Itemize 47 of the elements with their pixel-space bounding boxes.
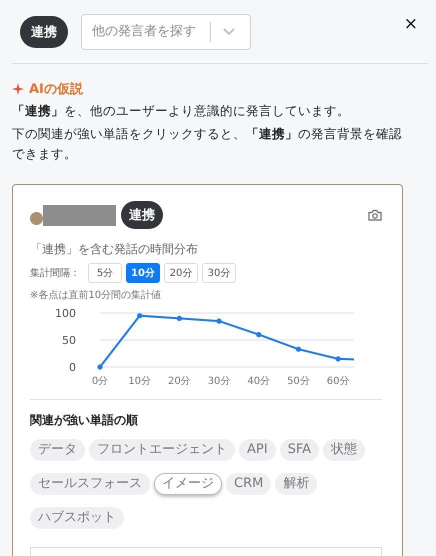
word-chip[interactable]: フロントエージェント — [89, 439, 235, 461]
y-tick-label: 50 — [62, 334, 76, 347]
data-point — [256, 332, 262, 338]
speaker-search-field[interactable]: 他の発言者を探す — [92, 24, 204, 39]
avatar — [30, 212, 43, 224]
hypothesis-text: 下の関連が強い単語をクリックすると、「連携」の発言背景を確認できます。 — [12, 125, 403, 163]
y-tick-label: 0 — [69, 361, 76, 374]
x-tick-label: 30分 — [208, 376, 230, 385]
word-chip[interactable]: セールスフォース — [30, 473, 150, 495]
x-tick-label: 40分 — [247, 376, 270, 385]
speaker-select[interactable]: 他の発言者を探す — [81, 14, 251, 50]
sparkle-icon — [12, 83, 24, 95]
related-words-title: 関連が強い単語の順 — [30, 412, 139, 429]
word-chip[interactable]: CRM — [226, 473, 272, 495]
interval-button[interactable]: 30分 — [202, 263, 236, 283]
y-tick-label: 100 — [55, 307, 76, 320]
data-point — [137, 313, 142, 318]
word-chip[interactable]: イメージ — [154, 473, 222, 495]
camera-icon[interactable] — [368, 209, 382, 221]
interval-label: 集計間隔： — [30, 266, 80, 280]
chart-note: ※各点は直前10分間の集計値 — [30, 288, 162, 302]
data-point — [176, 316, 182, 321]
word-chip[interactable]: SFA — [280, 439, 320, 461]
word-chip[interactable]: 解析 — [275, 473, 318, 495]
data-point — [216, 318, 222, 324]
x-tick-label: 20分 — [168, 376, 191, 385]
keyword-badge: 連携 — [20, 16, 68, 48]
data-point — [336, 356, 341, 362]
interval-button[interactable]: 10分 — [126, 263, 160, 283]
word-chip[interactable]: 状態 — [323, 439, 366, 461]
x-tick-label: 10分 — [128, 376, 152, 385]
x-tick-label: 50分 — [287, 376, 310, 385]
keyword-badge: 連携 — [121, 201, 163, 229]
close-button[interactable]: × — [400, 14, 422, 34]
hypothesis-text: 「連携」を、他のユーザーより意識的に発言しています。 — [12, 102, 351, 120]
chevron-down-icon — [223, 28, 235, 36]
data-point — [97, 364, 103, 370]
word-chip[interactable]: ハブスポット — [30, 507, 124, 529]
x-tick-label: 0分 — [92, 376, 108, 385]
x-tick-label: 60分 — [326, 376, 350, 385]
chart-title: 「連携」を含む発話の時間分布 — [30, 241, 199, 258]
word-chip[interactable]: データ — [30, 439, 85, 461]
ai-hypothesis-title: AIの仮説 — [29, 81, 83, 98]
interval-button[interactable]: 20分 — [164, 263, 198, 283]
data-point — [296, 346, 302, 352]
interval-button[interactable]: 5分 — [88, 263, 122, 283]
word-chip[interactable]: API — [239, 439, 276, 461]
